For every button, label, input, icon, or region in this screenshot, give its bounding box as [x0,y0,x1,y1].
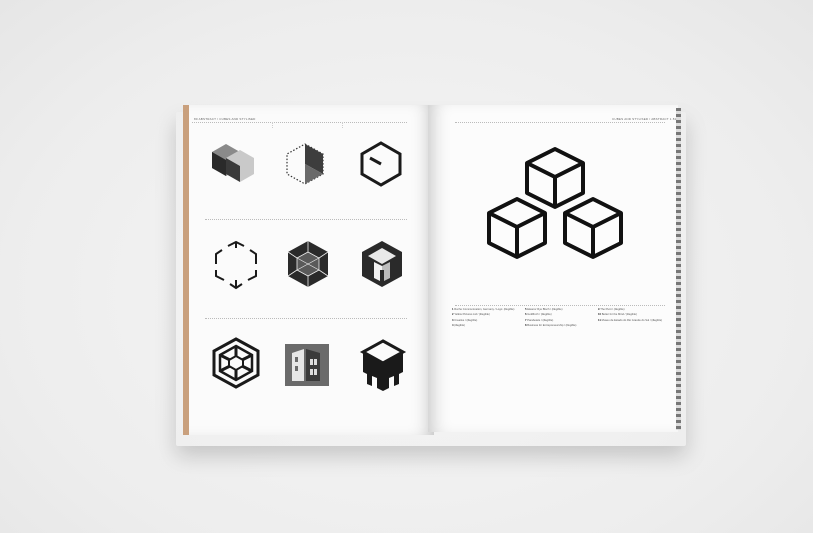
caption-item: 11 Museu de Estado do Rio Grande do Sul … [598,318,663,322]
faceted-hexagon-logo [287,241,329,287]
right-header-rule [455,122,665,123]
triple-cube-logo [487,147,623,259]
left-col-tick-1 [272,122,273,128]
caption-column-1: 1 Roche Communication, Germany / Logo: (… [452,308,520,330]
caption-item: 4 (illegible) [452,324,466,328]
caption-item: 3 Creative / (illegible) [452,318,478,322]
broken-hexagon-logo [215,240,257,290]
caption-column-3: 9 The Pivot / (illegible) 10 Better for … [598,308,666,324]
caption-item: 6 Goldfinch / (illegible) [525,313,552,317]
caption-item: 7 Parabetele / (illegible) [525,318,554,322]
clock-hexagon-logo [360,141,402,187]
left-page-header: 80 ABSTRACT / CUBES AND STYLISED [194,117,256,121]
caption-item: 5 Eleanor Rye Bloch / (illegible) [525,308,563,311]
isometric-arch-logo [362,241,402,287]
caption-item: 10 Better for the Mind / (illegible) [598,313,637,317]
dripping-cube-logo [359,339,407,391]
caption-item: 9 The Pivot / (illegible) [598,308,625,311]
page-edges [676,108,681,430]
left-row-rule-2 [205,318,407,319]
dotted-cube-logo [286,143,324,185]
building-block-logo [285,344,329,386]
caption-item: 2 Yellow Pictures Ltd / (illegible) [452,313,490,317]
caption-item: 1 Roche Communication, Germany / Logo: (… [452,308,515,311]
left-header-rule [192,122,407,123]
left-row-rule-1 [205,219,407,220]
right-page-header: CUBES AND STYLISED / ABSTRACT 1 81 [612,117,677,121]
left-col-tick-2 [342,122,343,128]
right-caption-rule [455,305,665,306]
photo-scene: 80 ABSTRACT / CUBES AND STYLISED CUBES A… [0,0,813,533]
overlapping-cubes-logo [212,144,254,182]
caption-item: 8 Business for Entrepreneurship / (illeg… [525,324,577,328]
caption-column-2: 5 Eleanor Rye Bloch / (illegible) 6 Gold… [525,308,593,330]
woven-hexagon-logo [212,337,260,389]
